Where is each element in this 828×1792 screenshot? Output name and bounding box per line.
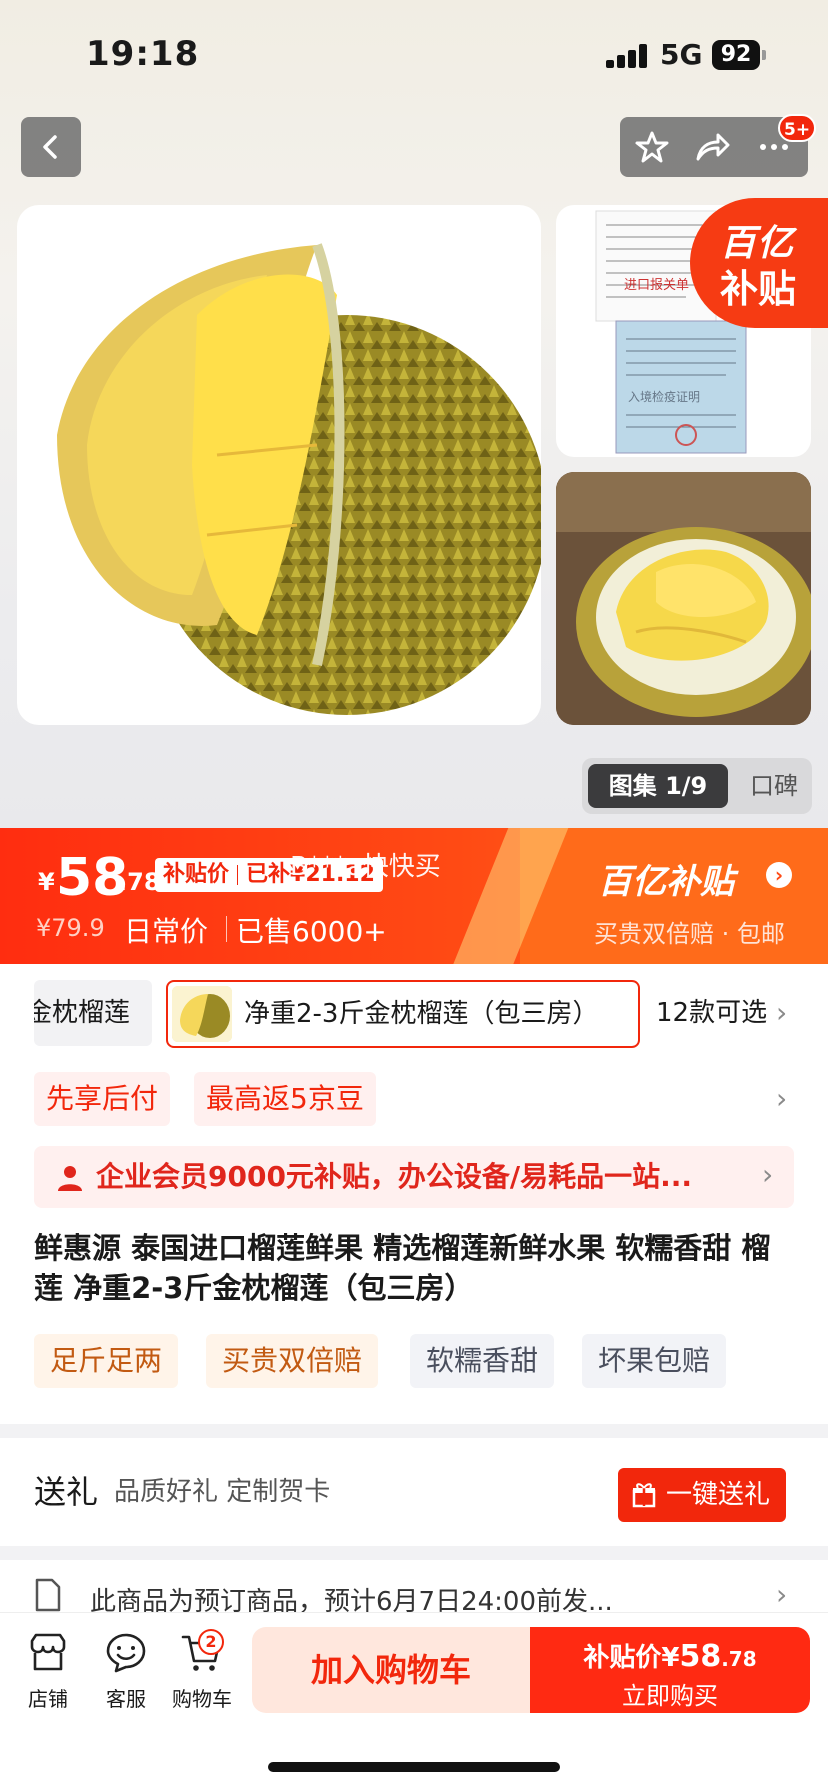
customer-service-icon: [106, 1633, 146, 1673]
enterprise-banner[interactable]: 企业会员9000元补贴，办公设备/易耗品一站... ›: [34, 1146, 794, 1208]
variant-count[interactable]: 12款可选: [656, 980, 767, 1046]
back-button[interactable]: [21, 117, 81, 177]
share-icon[interactable]: [694, 129, 730, 165]
buy-price-dec: .78: [721, 1647, 757, 1671]
sold-count: 已售6000+: [226, 910, 387, 950]
promo-pay-later[interactable]: 先享后付: [34, 1072, 171, 1126]
cart-count-badge: 2: [198, 1629, 224, 1655]
add-to-cart-button[interactable]: 加入购物车: [252, 1627, 530, 1713]
buy-price-label: 补贴价¥: [583, 1643, 680, 1673]
send-gift-button[interactable]: 一键送礼: [618, 1468, 786, 1522]
product-title: 鲜惠源 泰国进口榴莲鲜果 精选榴莲新鲜水果 软糯香甜 榴莲 净重2-3斤金枕榴莲…: [34, 1231, 771, 1305]
tab-store[interactable]: 店铺: [12, 1631, 84, 1712]
header-cart-badge: 5+: [778, 114, 817, 142]
gift-section: 送礼 品质好礼 定制贺卡 一键送礼: [0, 1438, 828, 1546]
promo-jd-beans[interactable]: 最高返5京豆: [194, 1072, 376, 1126]
enterprise-chevron-icon: ›: [762, 1158, 774, 1191]
tab-service-label: 客服: [106, 1687, 146, 1711]
variant-chevron-icon[interactable]: ›: [776, 996, 787, 1029]
subsidy-badge-line2: 补贴: [720, 267, 797, 311]
network-type: 5G: [660, 38, 703, 71]
enterprise-banner-text: 企业会员9000元补贴，办公设备/易耗品一站...: [96, 1160, 693, 1193]
tag-full-weight: 足斤足两: [34, 1334, 179, 1388]
tab-store-label: 店铺: [28, 1687, 68, 1711]
tag-double-refund: 买贵双倍赔: [206, 1334, 379, 1388]
document-icon: [35, 1578, 61, 1612]
store-icon: [30, 1633, 66, 1671]
status-bar: 19:18 5G 92: [0, 0, 828, 100]
tab-service[interactable]: 客服: [90, 1631, 162, 1712]
opened-durian-illustration: [556, 472, 811, 725]
buy-now-label: 立即购买: [622, 1682, 718, 1710]
price-banner: ¥ 58 .78 补贴价 已补¥21.12 B***a快快买 ¥79.9 日常价 …: [0, 828, 828, 964]
buy-now-button[interactable]: 补贴价¥58.78 立即购买: [530, 1627, 810, 1713]
gift-title: 送礼: [34, 1473, 99, 1511]
main-product-image[interactable]: [17, 205, 541, 725]
signal-icon: [606, 44, 650, 68]
brand-subsidy-title[interactable]: 百亿补贴: [598, 854, 734, 903]
status-time: 19:18: [86, 34, 200, 74]
battery-icon: 92: [712, 40, 760, 70]
variant-option-prev[interactable]: 金枕榴莲: [34, 980, 152, 1046]
daily-price-label: 日常价: [124, 915, 209, 948]
variant-thumbnail: [172, 986, 232, 1042]
chevron-right-icon[interactable]: ›: [766, 862, 792, 888]
buy-now-price: 补贴价¥58.78: [530, 1637, 810, 1674]
star-icon[interactable]: [634, 129, 670, 165]
subsidy-badge: 百亿 补贴: [690, 198, 828, 328]
price-currency: ¥: [38, 868, 55, 896]
person-icon: [58, 1166, 82, 1191]
reviews-tab[interactable]: 口碑: [742, 764, 806, 808]
tab-cart-label: 购物车: [172, 1687, 232, 1711]
doc-title-text: 进口报关单: [624, 278, 689, 293]
subsidy-chip-label: 补贴价: [163, 862, 230, 887]
send-gift-label: 一键送礼: [666, 1480, 771, 1510]
album-tab[interactable]: 图集 1/9: [588, 764, 728, 808]
gift-subtitle: 品质好礼 定制贺卡: [114, 1477, 331, 1507]
home-indicator: [268, 1762, 560, 1772]
product-info-card: 金枕榴莲 净重2-3斤金枕榴莲（包三房） 12款可选 › 先享后付 最高返5京豆…: [0, 964, 828, 1424]
shipping-chevron-icon: ›: [776, 1578, 788, 1611]
variant-thumbnail-illustration: [172, 986, 232, 1042]
battery-tip: [762, 50, 766, 60]
tag-bad-fruit-refund: 坏果包赔: [582, 1334, 727, 1388]
album-switcher: 图集 1/9 口碑: [582, 758, 812, 814]
shipping-notice[interactable]: 此商品为预订商品，预计6月7日24:00前发... ›: [0, 1560, 828, 1620]
original-price: ¥79.9: [36, 914, 105, 942]
doc-stamp-text: 入境检疫证明: [628, 389, 700, 404]
tag-soft-sweet: 软糯香甜: [410, 1334, 555, 1388]
gift-icon: [632, 1483, 656, 1508]
buy-price-int: 58: [679, 1639, 722, 1674]
promo-chevron-icon[interactable]: ›: [776, 1082, 787, 1115]
brand-subsidy-sub: 买贵双倍赔 · 包邮: [594, 920, 785, 948]
chevron-left-icon: [43, 135, 57, 159]
variant-selected-label: 净重2-3斤金枕榴莲（包三房）: [244, 999, 599, 1029]
opened-durian-image[interactable]: [556, 472, 811, 725]
variant-option-selected[interactable]: 净重2-3斤金枕榴莲（包三房）: [166, 980, 640, 1048]
product-gallery: 19:18 5G 92 5+ 进口报关单 入境检疫证明 百亿 补贴 图集 1/9…: [0, 0, 828, 830]
recent-buyer-overlay: B***a快快买: [290, 852, 441, 882]
durian-illustration: [57, 243, 541, 715]
